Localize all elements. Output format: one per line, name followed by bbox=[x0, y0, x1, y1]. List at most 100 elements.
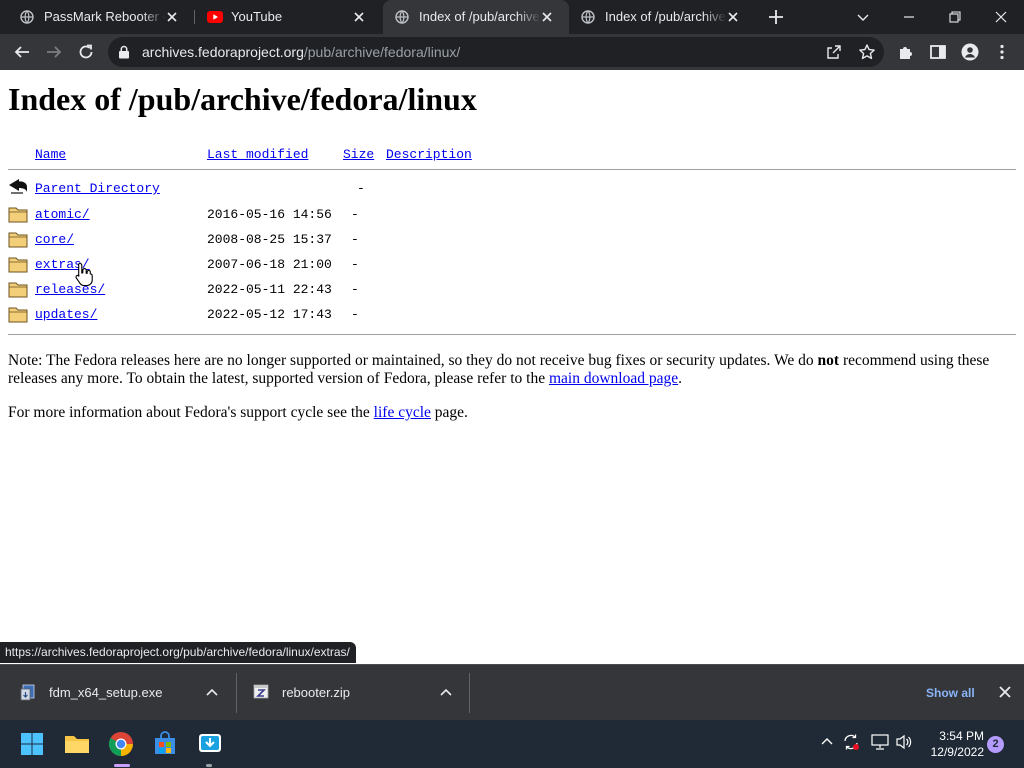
chevron-up-icon[interactable] bbox=[206, 687, 218, 699]
entry-size: - bbox=[357, 181, 365, 196]
page-title: Index of /pub/archive/fedora/linux bbox=[8, 81, 477, 117]
tab-search-button[interactable] bbox=[840, 0, 886, 34]
close-window-button[interactable] bbox=[978, 0, 1024, 34]
divider bbox=[8, 169, 1016, 170]
close-icon[interactable] bbox=[539, 9, 555, 25]
close-icon[interactable] bbox=[725, 9, 741, 25]
divider bbox=[8, 334, 1016, 335]
chrome-icon bbox=[108, 732, 133, 756]
close-icon[interactable] bbox=[164, 9, 180, 25]
folder-icon bbox=[8, 257, 28, 273]
start-button[interactable] bbox=[16, 728, 48, 760]
info-text: page. bbox=[430, 404, 468, 421]
kebab-menu-icon bbox=[1000, 44, 1004, 60]
tab-passmark[interactable]: PassMark Rebooter - Re bbox=[8, 0, 194, 34]
profile-button[interactable] bbox=[958, 40, 982, 64]
reload-button[interactable] bbox=[74, 40, 98, 64]
address-bar[interactable]: archives.fedoraproject.org/pub/archive/f… bbox=[108, 37, 884, 67]
tab-index[interactable]: Index of /pub/archive/f bbox=[569, 0, 755, 34]
tab-index-active[interactable]: Index of /pub/archive/f bbox=[383, 0, 569, 34]
entry-date: 2008-08-25 15:37 bbox=[207, 232, 332, 247]
running-app-indicator bbox=[206, 764, 212, 767]
parent-directory-link[interactable]: Parent Directory bbox=[35, 181, 160, 197]
tab-title: Index of /pub/archive/f bbox=[605, 9, 727, 24]
sort-by-name-link[interactable]: Name bbox=[35, 147, 66, 163]
url-path: /pub/archive/fedora/linux/ bbox=[303, 44, 461, 60]
main-download-page-link[interactable]: main download page bbox=[549, 370, 678, 387]
life-cycle-link[interactable]: life cycle bbox=[374, 404, 431, 421]
list-item: extras/ 2007-06-18 21:00 - bbox=[0, 254, 1024, 276]
chevron-up-icon[interactable] bbox=[440, 687, 452, 699]
sort-by-last-modified-link[interactable]: Last modified bbox=[207, 147, 308, 163]
file-explorer-button[interactable] bbox=[61, 728, 93, 760]
close-icon bbox=[995, 11, 1007, 23]
notification-badge[interactable]: 2 bbox=[987, 736, 1004, 753]
network-icon[interactable] bbox=[871, 734, 889, 750]
download-separator bbox=[469, 673, 470, 713]
lock-icon[interactable] bbox=[118, 45, 130, 59]
chevron-up-icon[interactable] bbox=[820, 734, 834, 748]
store-button[interactable] bbox=[149, 728, 181, 760]
close-icon[interactable] bbox=[351, 9, 367, 25]
share-icon[interactable] bbox=[826, 44, 842, 60]
entry-date: 2016-05-16 14:56 bbox=[207, 207, 332, 222]
folder-icon bbox=[8, 282, 28, 298]
extensions-button[interactable] bbox=[894, 40, 918, 64]
directory-link[interactable]: core/ bbox=[35, 232, 74, 248]
note-text: . bbox=[678, 370, 682, 387]
menu-button[interactable] bbox=[990, 40, 1014, 64]
download-shelf: fdm_x64_setup.exe rebooter.zip Show all bbox=[0, 664, 1024, 720]
deprecation-note: Note: The Fedora releases here are no lo… bbox=[8, 352, 1008, 388]
link-status-bubble: https://archives.fedoraproject.org/pub/a… bbox=[0, 642, 356, 663]
list-item: updates/ 2022-05-12 17:43 - bbox=[0, 304, 1024, 326]
sort-by-description-link[interactable]: Description bbox=[386, 147, 472, 163]
restore-button[interactable] bbox=[932, 0, 978, 34]
entry-size: - bbox=[351, 307, 359, 322]
profile-icon bbox=[961, 43, 979, 61]
url-text[interactable]: archives.fedoraproject.org/pub/archive/f… bbox=[142, 44, 460, 60]
side-panel-icon bbox=[930, 45, 946, 59]
lifecycle-info: For more information about Fedora's supp… bbox=[8, 404, 1008, 422]
puzzle-icon bbox=[900, 47, 912, 59]
folder-icon bbox=[8, 207, 28, 223]
youtube-icon bbox=[207, 11, 223, 23]
entry-date: 2022-05-12 17:43 bbox=[207, 307, 332, 322]
restore-icon bbox=[949, 11, 961, 23]
sort-by-size-link[interactable]: Size bbox=[343, 147, 374, 163]
system-clock[interactable]: 3:54 PM 12/9/2022 bbox=[920, 728, 984, 760]
entry-size: - bbox=[351, 257, 359, 272]
folder-icon bbox=[65, 736, 89, 753]
note-text: Note: The Fedora releases here are no lo… bbox=[8, 352, 818, 369]
entry-date: 2022-05-11 22:43 bbox=[207, 282, 332, 297]
chevron-down-icon bbox=[857, 14, 869, 21]
page-content: Index of /pub/archive/fedora/linux Name … bbox=[0, 70, 1024, 664]
back-button[interactable] bbox=[10, 40, 34, 64]
star-icon[interactable] bbox=[858, 43, 876, 61]
new-tab-icon[interactable] bbox=[766, 7, 786, 27]
forward-button[interactable] bbox=[42, 40, 66, 64]
list-item: atomic/ 2016-05-16 14:56 - bbox=[0, 204, 1024, 226]
download-manager-icon bbox=[199, 734, 221, 752]
minimize-button[interactable] bbox=[886, 0, 932, 34]
volume-icon[interactable] bbox=[895, 734, 913, 750]
directory-link[interactable]: releases/ bbox=[35, 282, 105, 298]
tab-youtube[interactable]: YouTube bbox=[195, 0, 381, 34]
list-item: releases/ 2022-05-11 22:43 - bbox=[0, 279, 1024, 301]
directory-link[interactable]: atomic/ bbox=[35, 207, 90, 223]
close-icon[interactable] bbox=[998, 685, 1012, 699]
sync-icon[interactable] bbox=[842, 733, 860, 751]
arrow-right-icon bbox=[47, 46, 62, 58]
folder-icon bbox=[8, 307, 28, 323]
download-item[interactable]: fdm_x64_setup.exe bbox=[0, 665, 236, 721]
tab-title: Index of /pub/archive/f bbox=[419, 9, 541, 24]
hand-cursor-icon bbox=[75, 262, 93, 286]
chrome-button[interactable] bbox=[105, 728, 137, 760]
side-panel-button[interactable] bbox=[926, 40, 950, 64]
entry-size: - bbox=[351, 207, 359, 222]
show-all-button[interactable]: Show all bbox=[926, 685, 975, 701]
download-manager-button[interactable] bbox=[194, 728, 226, 760]
entry-date: 2007-06-18 21:00 bbox=[207, 257, 332, 272]
download-filename: fdm_x64_setup.exe bbox=[49, 685, 163, 700]
directory-link[interactable]: updates/ bbox=[35, 307, 97, 323]
download-item[interactable]: rebooter.zip bbox=[237, 665, 469, 721]
